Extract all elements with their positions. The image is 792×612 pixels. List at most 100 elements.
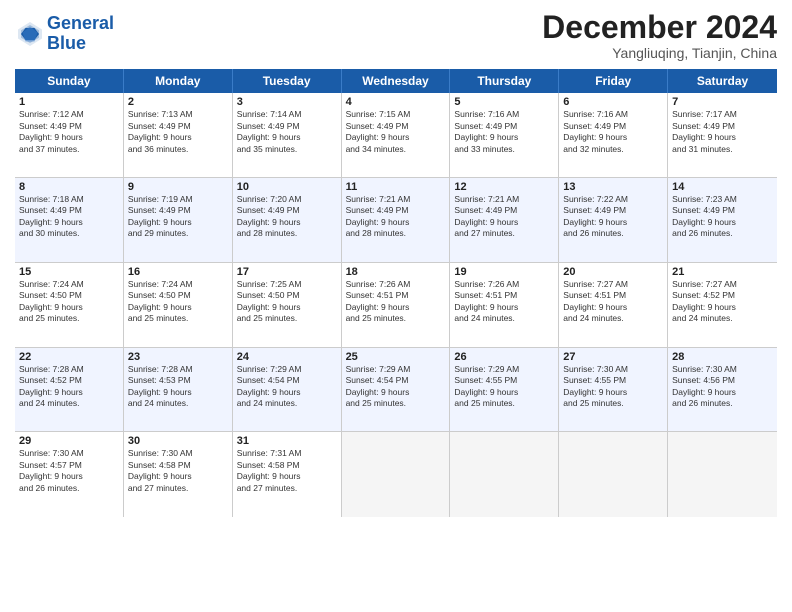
day-number: 19 <box>454 266 554 278</box>
cell-info: Sunrise: 7:23 AM Sunset: 4:49 PM Dayligh… <box>672 194 773 240</box>
calendar-body: 1Sunrise: 7:12 AM Sunset: 4:49 PM Daylig… <box>15 93 777 602</box>
calendar-cell: 19Sunrise: 7:26 AM Sunset: 4:51 PM Dayli… <box>450 263 559 347</box>
day-number: 31 <box>237 435 337 447</box>
cell-info: Sunrise: 7:29 AM Sunset: 4:54 PM Dayligh… <box>237 364 337 410</box>
weekday-header: Thursday <box>450 69 559 93</box>
day-number: 16 <box>128 266 228 278</box>
calendar-cell <box>559 432 668 517</box>
day-number: 14 <box>672 181 773 193</box>
calendar-header: SundayMondayTuesdayWednesdayThursdayFrid… <box>15 69 777 93</box>
cell-info: Sunrise: 7:30 AM Sunset: 4:56 PM Dayligh… <box>672 364 773 410</box>
calendar-cell: 14Sunrise: 7:23 AM Sunset: 4:49 PM Dayli… <box>668 178 777 262</box>
day-number: 8 <box>19 181 119 193</box>
cell-info: Sunrise: 7:16 AM Sunset: 4:49 PM Dayligh… <box>563 109 663 155</box>
weekday-header: Monday <box>124 69 233 93</box>
day-number: 27 <box>563 351 663 363</box>
weekday-header: Friday <box>559 69 668 93</box>
calendar-cell: 26Sunrise: 7:29 AM Sunset: 4:55 PM Dayli… <box>450 348 559 432</box>
cell-info: Sunrise: 7:28 AM Sunset: 4:52 PM Dayligh… <box>19 364 119 410</box>
day-number: 1 <box>19 96 119 108</box>
cell-info: Sunrise: 7:28 AM Sunset: 4:53 PM Dayligh… <box>128 364 228 410</box>
calendar-cell: 6Sunrise: 7:16 AM Sunset: 4:49 PM Daylig… <box>559 93 668 177</box>
calendar-cell <box>668 432 777 517</box>
day-number: 17 <box>237 266 337 278</box>
cell-info: Sunrise: 7:31 AM Sunset: 4:58 PM Dayligh… <box>237 448 337 494</box>
cell-info: Sunrise: 7:30 AM Sunset: 4:58 PM Dayligh… <box>128 448 228 494</box>
calendar-cell: 27Sunrise: 7:30 AM Sunset: 4:55 PM Dayli… <box>559 348 668 432</box>
calendar-cell: 3Sunrise: 7:14 AM Sunset: 4:49 PM Daylig… <box>233 93 342 177</box>
calendar-cell <box>342 432 451 517</box>
day-number: 15 <box>19 266 119 278</box>
calendar-cell: 4Sunrise: 7:15 AM Sunset: 4:49 PM Daylig… <box>342 93 451 177</box>
day-number: 28 <box>672 351 773 363</box>
day-number: 22 <box>19 351 119 363</box>
cell-info: Sunrise: 7:29 AM Sunset: 4:54 PM Dayligh… <box>346 364 446 410</box>
weekday-header: Wednesday <box>342 69 451 93</box>
cell-info: Sunrise: 7:21 AM Sunset: 4:49 PM Dayligh… <box>454 194 554 240</box>
day-number: 29 <box>19 435 119 447</box>
day-number: 12 <box>454 181 554 193</box>
day-number: 21 <box>672 266 773 278</box>
day-number: 3 <box>237 96 337 108</box>
calendar-cell: 15Sunrise: 7:24 AM Sunset: 4:50 PM Dayli… <box>15 263 124 347</box>
calendar-cell: 18Sunrise: 7:26 AM Sunset: 4:51 PM Dayli… <box>342 263 451 347</box>
calendar-cell: 30Sunrise: 7:30 AM Sunset: 4:58 PM Dayli… <box>124 432 233 517</box>
calendar-cell: 10Sunrise: 7:20 AM Sunset: 4:49 PM Dayli… <box>233 178 342 262</box>
cell-info: Sunrise: 7:24 AM Sunset: 4:50 PM Dayligh… <box>19 279 119 325</box>
calendar-week: 8Sunrise: 7:18 AM Sunset: 4:49 PM Daylig… <box>15 178 777 263</box>
month-title: December 2024 <box>542 10 777 45</box>
calendar-cell: 2Sunrise: 7:13 AM Sunset: 4:49 PM Daylig… <box>124 93 233 177</box>
weekday-header: Tuesday <box>233 69 342 93</box>
cell-info: Sunrise: 7:26 AM Sunset: 4:51 PM Dayligh… <box>346 279 446 325</box>
day-number: 18 <box>346 266 446 278</box>
header: General Blue December 2024 Yangliuqing, … <box>15 10 777 61</box>
day-number: 26 <box>454 351 554 363</box>
weekday-header: Sunday <box>15 69 124 93</box>
calendar-cell: 25Sunrise: 7:29 AM Sunset: 4:54 PM Dayli… <box>342 348 451 432</box>
logo-text: General Blue <box>47 14 114 54</box>
logo: General Blue <box>15 14 114 54</box>
calendar: SundayMondayTuesdayWednesdayThursdayFrid… <box>15 69 777 602</box>
day-number: 5 <box>454 96 554 108</box>
cell-info: Sunrise: 7:27 AM Sunset: 4:52 PM Dayligh… <box>672 279 773 325</box>
day-number: 11 <box>346 181 446 193</box>
cell-info: Sunrise: 7:30 AM Sunset: 4:57 PM Dayligh… <box>19 448 119 494</box>
cell-info: Sunrise: 7:16 AM Sunset: 4:49 PM Dayligh… <box>454 109 554 155</box>
day-number: 4 <box>346 96 446 108</box>
cell-info: Sunrise: 7:17 AM Sunset: 4:49 PM Dayligh… <box>672 109 773 155</box>
cell-info: Sunrise: 7:20 AM Sunset: 4:49 PM Dayligh… <box>237 194 337 240</box>
day-number: 2 <box>128 96 228 108</box>
cell-info: Sunrise: 7:24 AM Sunset: 4:50 PM Dayligh… <box>128 279 228 325</box>
location: Yangliuqing, Tianjin, China <box>542 45 777 61</box>
calendar-cell: 13Sunrise: 7:22 AM Sunset: 4:49 PM Dayli… <box>559 178 668 262</box>
calendar-cell: 8Sunrise: 7:18 AM Sunset: 4:49 PM Daylig… <box>15 178 124 262</box>
calendar-cell <box>450 432 559 517</box>
day-number: 9 <box>128 181 228 193</box>
calendar-cell: 5Sunrise: 7:16 AM Sunset: 4:49 PM Daylig… <box>450 93 559 177</box>
cell-info: Sunrise: 7:18 AM Sunset: 4:49 PM Dayligh… <box>19 194 119 240</box>
day-number: 25 <box>346 351 446 363</box>
logo-icon <box>15 19 45 49</box>
calendar-week: 1Sunrise: 7:12 AM Sunset: 4:49 PM Daylig… <box>15 93 777 178</box>
calendar-week: 22Sunrise: 7:28 AM Sunset: 4:52 PM Dayli… <box>15 348 777 433</box>
calendar-cell: 11Sunrise: 7:21 AM Sunset: 4:49 PM Dayli… <box>342 178 451 262</box>
calendar-week: 29Sunrise: 7:30 AM Sunset: 4:57 PM Dayli… <box>15 432 777 517</box>
day-number: 30 <box>128 435 228 447</box>
calendar-cell: 9Sunrise: 7:19 AM Sunset: 4:49 PM Daylig… <box>124 178 233 262</box>
calendar-cell: 1Sunrise: 7:12 AM Sunset: 4:49 PM Daylig… <box>15 93 124 177</box>
calendar-cell: 31Sunrise: 7:31 AM Sunset: 4:58 PM Dayli… <box>233 432 342 517</box>
calendar-cell: 22Sunrise: 7:28 AM Sunset: 4:52 PM Dayli… <box>15 348 124 432</box>
calendar-cell: 21Sunrise: 7:27 AM Sunset: 4:52 PM Dayli… <box>668 263 777 347</box>
cell-info: Sunrise: 7:12 AM Sunset: 4:49 PM Dayligh… <box>19 109 119 155</box>
day-number: 24 <box>237 351 337 363</box>
cell-info: Sunrise: 7:25 AM Sunset: 4:50 PM Dayligh… <box>237 279 337 325</box>
title-block: December 2024 Yangliuqing, Tianjin, Chin… <box>542 10 777 61</box>
day-number: 20 <box>563 266 663 278</box>
day-number: 23 <box>128 351 228 363</box>
cell-info: Sunrise: 7:19 AM Sunset: 4:49 PM Dayligh… <box>128 194 228 240</box>
calendar-week: 15Sunrise: 7:24 AM Sunset: 4:50 PM Dayli… <box>15 263 777 348</box>
cell-info: Sunrise: 7:22 AM Sunset: 4:49 PM Dayligh… <box>563 194 663 240</box>
calendar-cell: 17Sunrise: 7:25 AM Sunset: 4:50 PM Dayli… <box>233 263 342 347</box>
cell-info: Sunrise: 7:26 AM Sunset: 4:51 PM Dayligh… <box>454 279 554 325</box>
calendar-cell: 28Sunrise: 7:30 AM Sunset: 4:56 PM Dayli… <box>668 348 777 432</box>
